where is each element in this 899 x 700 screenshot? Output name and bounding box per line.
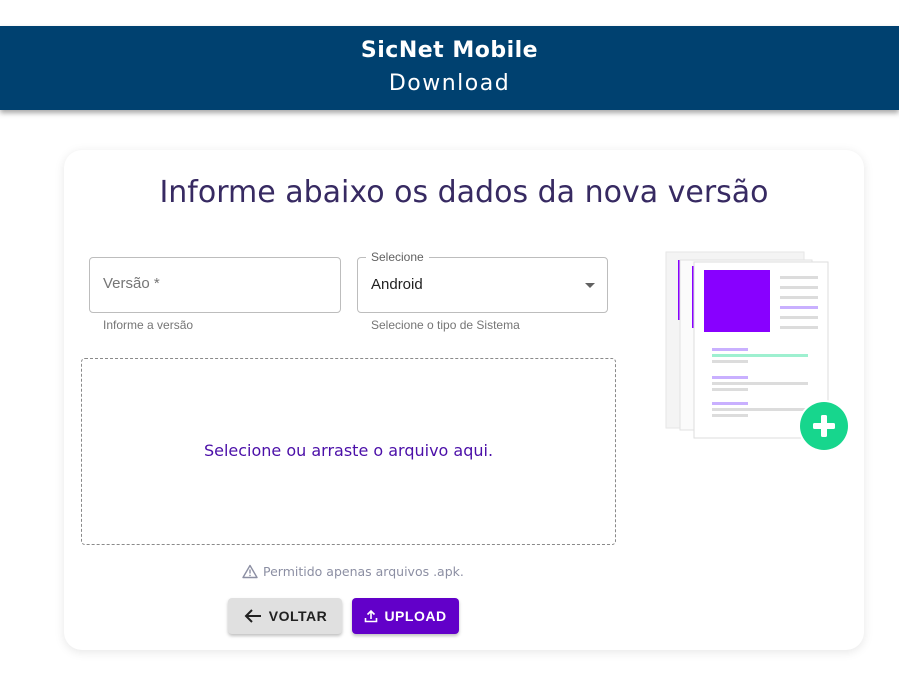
system-select-label: Selecione bbox=[366, 250, 429, 264]
file-dropzone[interactable]: Selecione ou arraste o arquivo aqui. bbox=[81, 358, 616, 545]
app-name: SicNet Mobile bbox=[360, 38, 539, 63]
version-field-helper: Informe a versão bbox=[103, 318, 194, 332]
chevron-down-icon[interactable] bbox=[585, 283, 595, 288]
warning-triangle-icon bbox=[242, 564, 258, 579]
file-type-notice: Permitido apenas arquivos .apk. bbox=[242, 564, 464, 579]
upload-button[interactable]: UPLOAD bbox=[352, 598, 459, 634]
arrow-left-icon bbox=[244, 609, 261, 623]
upload-button-label: UPLOAD bbox=[384, 608, 447, 624]
app-header: SicNet Mobile Download bbox=[0, 26, 899, 110]
version-field[interactable]: Versão * Informe a versão bbox=[89, 257, 341, 337]
system-select-value: Android bbox=[371, 276, 423, 293]
system-select[interactable]: Selecione Android Selecione o tipo de Si… bbox=[357, 250, 608, 337]
notice-text: Permitido apenas arquivos .apk. bbox=[263, 564, 464, 579]
back-button[interactable]: VOLTAR bbox=[228, 598, 342, 634]
upload-icon bbox=[365, 609, 378, 623]
upload-card: Informe abaixo os dados da nova versão V… bbox=[64, 150, 864, 650]
dropzone-text: Selecione ou arraste o arquivo aqui. bbox=[203, 441, 494, 460]
card-title: Informe abaixo os dados da nova versão bbox=[159, 175, 769, 210]
page-name: Download bbox=[388, 71, 511, 96]
back-button-label: VOLTAR bbox=[268, 608, 328, 624]
system-select-helper: Selecione o tipo de Sistema bbox=[371, 318, 520, 332]
add-document-icon bbox=[665, 251, 850, 452]
version-field-placeholder: Versão * bbox=[103, 275, 160, 292]
